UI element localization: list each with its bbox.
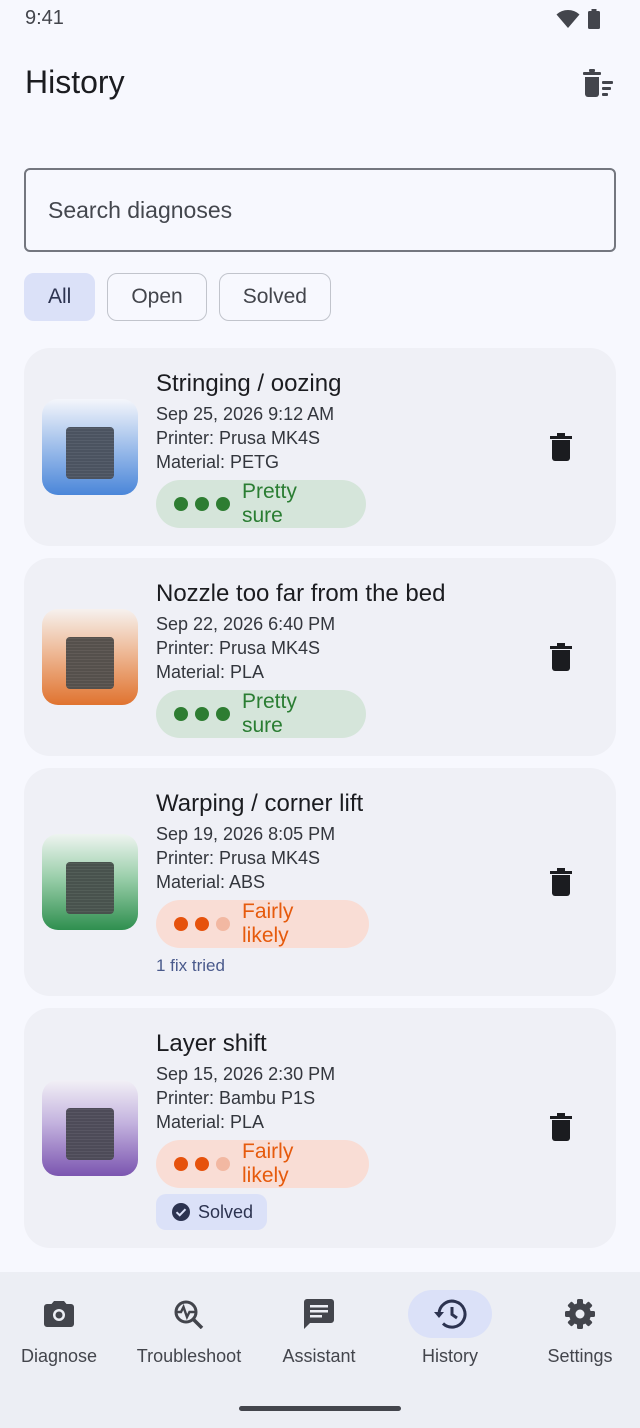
- confidence-badge: Fairly likely: [156, 1140, 369, 1188]
- diagnosis-card[interactable]: Warping / corner lift Sep 19, 2026 8:05 …: [24, 768, 616, 996]
- trash-icon: [550, 1113, 572, 1141]
- trash-icon: [550, 643, 572, 671]
- diagnosis-thumbnail: [42, 1080, 138, 1176]
- confidence-dots: [174, 707, 230, 721]
- page-title: History: [25, 64, 125, 100]
- status-icons: [556, 9, 600, 29]
- diagnosis-datetime: Sep 25, 2026 9:12 AM: [156, 404, 335, 424]
- fixes-tried-label: 1 fix tried: [156, 956, 225, 975]
- diagnosis-title: Layer shift: [156, 1030, 267, 1057]
- nav-label: Diagnose: [20, 1346, 98, 1366]
- nav-item-assistant[interactable]: Assistant: [255, 1290, 383, 1367]
- diagnosis-datetime: Sep 22, 2026 6:40 PM: [156, 614, 336, 634]
- confidence-dots: [174, 497, 230, 511]
- nav-item-settings[interactable]: Settings: [516, 1290, 640, 1367]
- confidence-badge: Fairly likely: [156, 900, 369, 948]
- bottom-navigation: Diagnose Troubleshoot Assistant History: [0, 1272, 640, 1428]
- delete-button[interactable]: [546, 430, 576, 464]
- confidence-label: Pretty sure: [242, 690, 297, 737]
- history-icon: [434, 1299, 467, 1329]
- nav-label: History: [421, 1346, 478, 1366]
- wifi-icon: [556, 10, 580, 28]
- diagnosis-card[interactable]: Stringing / oozing Sep 25, 2026 9:12 AM …: [24, 348, 616, 546]
- camera-icon: [44, 1301, 74, 1327]
- nav-label: Troubleshoot: [136, 1346, 242, 1366]
- confidence-label: Fairly likely: [242, 1140, 294, 1187]
- filter-chips: All Open Solved: [24, 273, 331, 321]
- nav-label: Assistant: [282, 1346, 356, 1366]
- filter-chip-solved[interactable]: Solved: [218, 273, 331, 321]
- diagnosis-printer: Printer: Prusa MK4S: [156, 428, 321, 448]
- diagnosis-printer: Printer: Prusa MK4S: [156, 638, 321, 658]
- solved-tag: Solved: [156, 1194, 268, 1230]
- delete-button[interactable]: [546, 640, 576, 674]
- nav-label: Settings: [547, 1346, 613, 1366]
- status-time: 9:41: [25, 7, 64, 29]
- diagnosis-printer: Printer: Bambu P1S: [156, 1088, 316, 1108]
- diagnosis-printer: Printer: Prusa MK4S: [156, 848, 321, 868]
- check-circle-icon: [172, 1203, 190, 1221]
- nav-item-diagnose[interactable]: Diagnose: [0, 1290, 123, 1367]
- chat-icon: [304, 1299, 334, 1329]
- diagnosis-material: Material: ABS: [156, 872, 266, 892]
- delete-sweep-icon: [583, 69, 613, 97]
- diagnosis-thumbnail: [42, 834, 138, 930]
- diagnosis-title: Stringing / oozing: [156, 370, 342, 397]
- diagnosis-title: Warping / corner lift: [156, 790, 364, 817]
- solved-label: Solved: [198, 1201, 254, 1222]
- nav-item-troubleshoot[interactable]: Troubleshoot: [125, 1290, 253, 1367]
- diagnosis-title: Nozzle too far from the bed: [156, 580, 446, 607]
- confidence-badge: Pretty sure: [156, 480, 366, 528]
- diagnosis-card[interactable]: Layer shift Sep 15, 2026 2:30 PM Printer…: [24, 1008, 616, 1248]
- diagnosis-material: Material: PETG: [156, 452, 280, 472]
- diagnosis-datetime: Sep 19, 2026 8:05 PM: [156, 824, 336, 844]
- troubleshoot-icon: [174, 1300, 204, 1329]
- status-bar: 9:41: [0, 0, 640, 36]
- filter-chip-all[interactable]: All: [24, 273, 96, 321]
- gear-icon: [565, 1299, 595, 1329]
- diagnosis-thumbnail: [42, 609, 138, 705]
- filter-chip-open[interactable]: Open: [107, 273, 207, 321]
- home-indicator: [239, 1406, 401, 1411]
- diagnosis-material: Material: PLA: [156, 662, 265, 682]
- battery-icon: [588, 9, 600, 29]
- trash-icon: [550, 868, 572, 896]
- confidence-label: Fairly likely: [242, 900, 294, 947]
- clear-history-button[interactable]: [580, 66, 616, 102]
- confidence-dots: [174, 1157, 230, 1171]
- diagnosis-datetime: Sep 15, 2026 2:30 PM: [156, 1064, 336, 1084]
- diagnosis-card[interactable]: Nozzle too far from the bed Sep 22, 2026…: [24, 558, 616, 756]
- delete-button[interactable]: [546, 1110, 576, 1144]
- delete-button[interactable]: [546, 865, 576, 899]
- trash-icon: [550, 433, 572, 461]
- diagnosis-thumbnail: [42, 399, 138, 495]
- search-input[interactable]: [24, 168, 616, 252]
- nav-item-history[interactable]: History: [386, 1290, 514, 1367]
- diagnosis-material: Material: PLA: [156, 1112, 265, 1132]
- confidence-dots: [174, 917, 230, 931]
- confidence-badge: Pretty sure: [156, 690, 366, 738]
- confidence-label: Pretty sure: [242, 480, 297, 527]
